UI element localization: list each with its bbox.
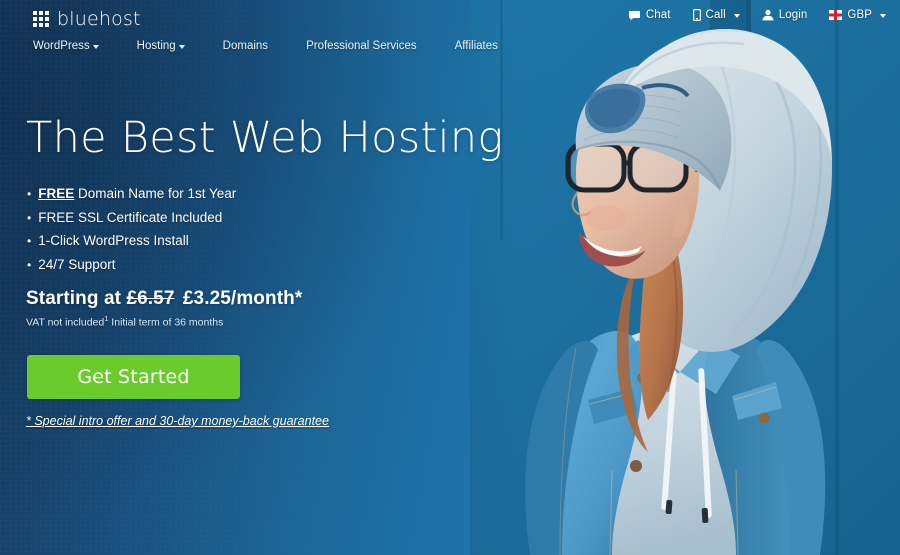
chevron-down-icon: [92, 45, 99, 49]
feature-text: 24/7 Support: [38, 256, 116, 272]
price-line: Starting at £6.57 £3.25/month*: [26, 288, 302, 310]
bluehost-logo[interactable]: bluehost: [33, 8, 141, 30]
list-item: • FREE Domain Name for 1st Year: [27, 186, 236, 201]
bullet-dot-icon: •: [27, 257, 32, 272]
utility-item-login[interactable]: Login: [762, 9, 808, 21]
price-disclaimer: VAT not included1 Initial term of 36 mon…: [26, 314, 223, 329]
user-icon: [762, 9, 774, 21]
chat-bubble-icon: [628, 10, 641, 21]
nav-item-domains[interactable]: Domains: [223, 40, 306, 52]
chevron-down-icon: [880, 14, 886, 18]
bullet-dot-icon: •: [27, 187, 32, 201]
page-title: The Best Web Hosting: [26, 113, 504, 163]
nav-item-hosting-label: Hosting: [136, 40, 176, 52]
price-prefix: Starting at: [26, 288, 122, 309]
nav-item-professional-services[interactable]: Professional Services: [306, 40, 455, 52]
main-nav: WordPress Hosting Domains Professional S…: [33, 40, 536, 52]
nav-item-wordpress-label: WordPress: [33, 40, 90, 52]
uk-flag-icon: [829, 10, 843, 20]
hero-content: bluehost Chat Call Login GBP WordPress H…: [0, 0, 900, 555]
utility-item-currency[interactable]: GBP: [829, 9, 886, 21]
nav-item-wordpress[interactable]: WordPress: [33, 40, 137, 52]
feature-text: FREE SSL Certificate Included: [38, 209, 223, 225]
price-disclaimer-post: Initial term of 36 months: [108, 316, 224, 329]
nav-item-professional-services-label: Professional Services: [306, 40, 417, 52]
list-item: • 24/7 Support: [27, 257, 236, 272]
feature-list: • FREE Domain Name for 1st Year • FREE S…: [27, 186, 236, 280]
nav-item-domains-label: Domains: [222, 40, 269, 52]
utility-item-login-label: Login: [778, 9, 808, 21]
utility-item-chat-label: Chat: [645, 9, 671, 21]
hero-page: bluehost Chat Call Login GBP WordPress H…: [0, 0, 900, 555]
utility-nav: Chat Call Login GBP: [628, 9, 886, 21]
phone-icon: [692, 9, 701, 21]
list-item: • FREE SSL Certificate Included: [27, 210, 236, 225]
utility-item-chat[interactable]: Chat: [628, 9, 671, 21]
grid-squares-icon: [33, 11, 49, 27]
feature-text: Domain Name for 1st Year: [74, 186, 237, 201]
feature-text: 1-Click WordPress Install: [38, 233, 189, 248]
chevron-down-icon: [733, 14, 740, 18]
feature-free-badge: FREE: [38, 186, 75, 201]
price-disclaimer-pre: VAT not included: [26, 316, 105, 329]
nav-item-affiliates-label: Affiliates: [454, 40, 498, 52]
chevron-down-icon: [178, 45, 185, 49]
list-item: • 1-Click WordPress Install: [27, 233, 236, 248]
price-original: £6.57: [126, 288, 175, 309]
bullet-dot-icon: •: [27, 234, 32, 248]
utility-item-currency-label: GBP: [847, 9, 872, 21]
bullet-dot-icon: •: [27, 210, 32, 225]
nav-item-hosting[interactable]: Hosting: [137, 40, 223, 52]
price-discounted: £3.25/month*: [182, 288, 303, 309]
logo-text: bluehost: [57, 8, 141, 30]
get-started-button[interactable]: Get Started: [27, 355, 240, 399]
guarantee-link[interactable]: * Special intro offer and 30-day money-b…: [26, 414, 329, 428]
nav-item-affiliates[interactable]: Affiliates: [455, 40, 536, 52]
utility-item-call-label: Call: [705, 9, 726, 21]
utility-item-call[interactable]: Call: [692, 9, 740, 21]
